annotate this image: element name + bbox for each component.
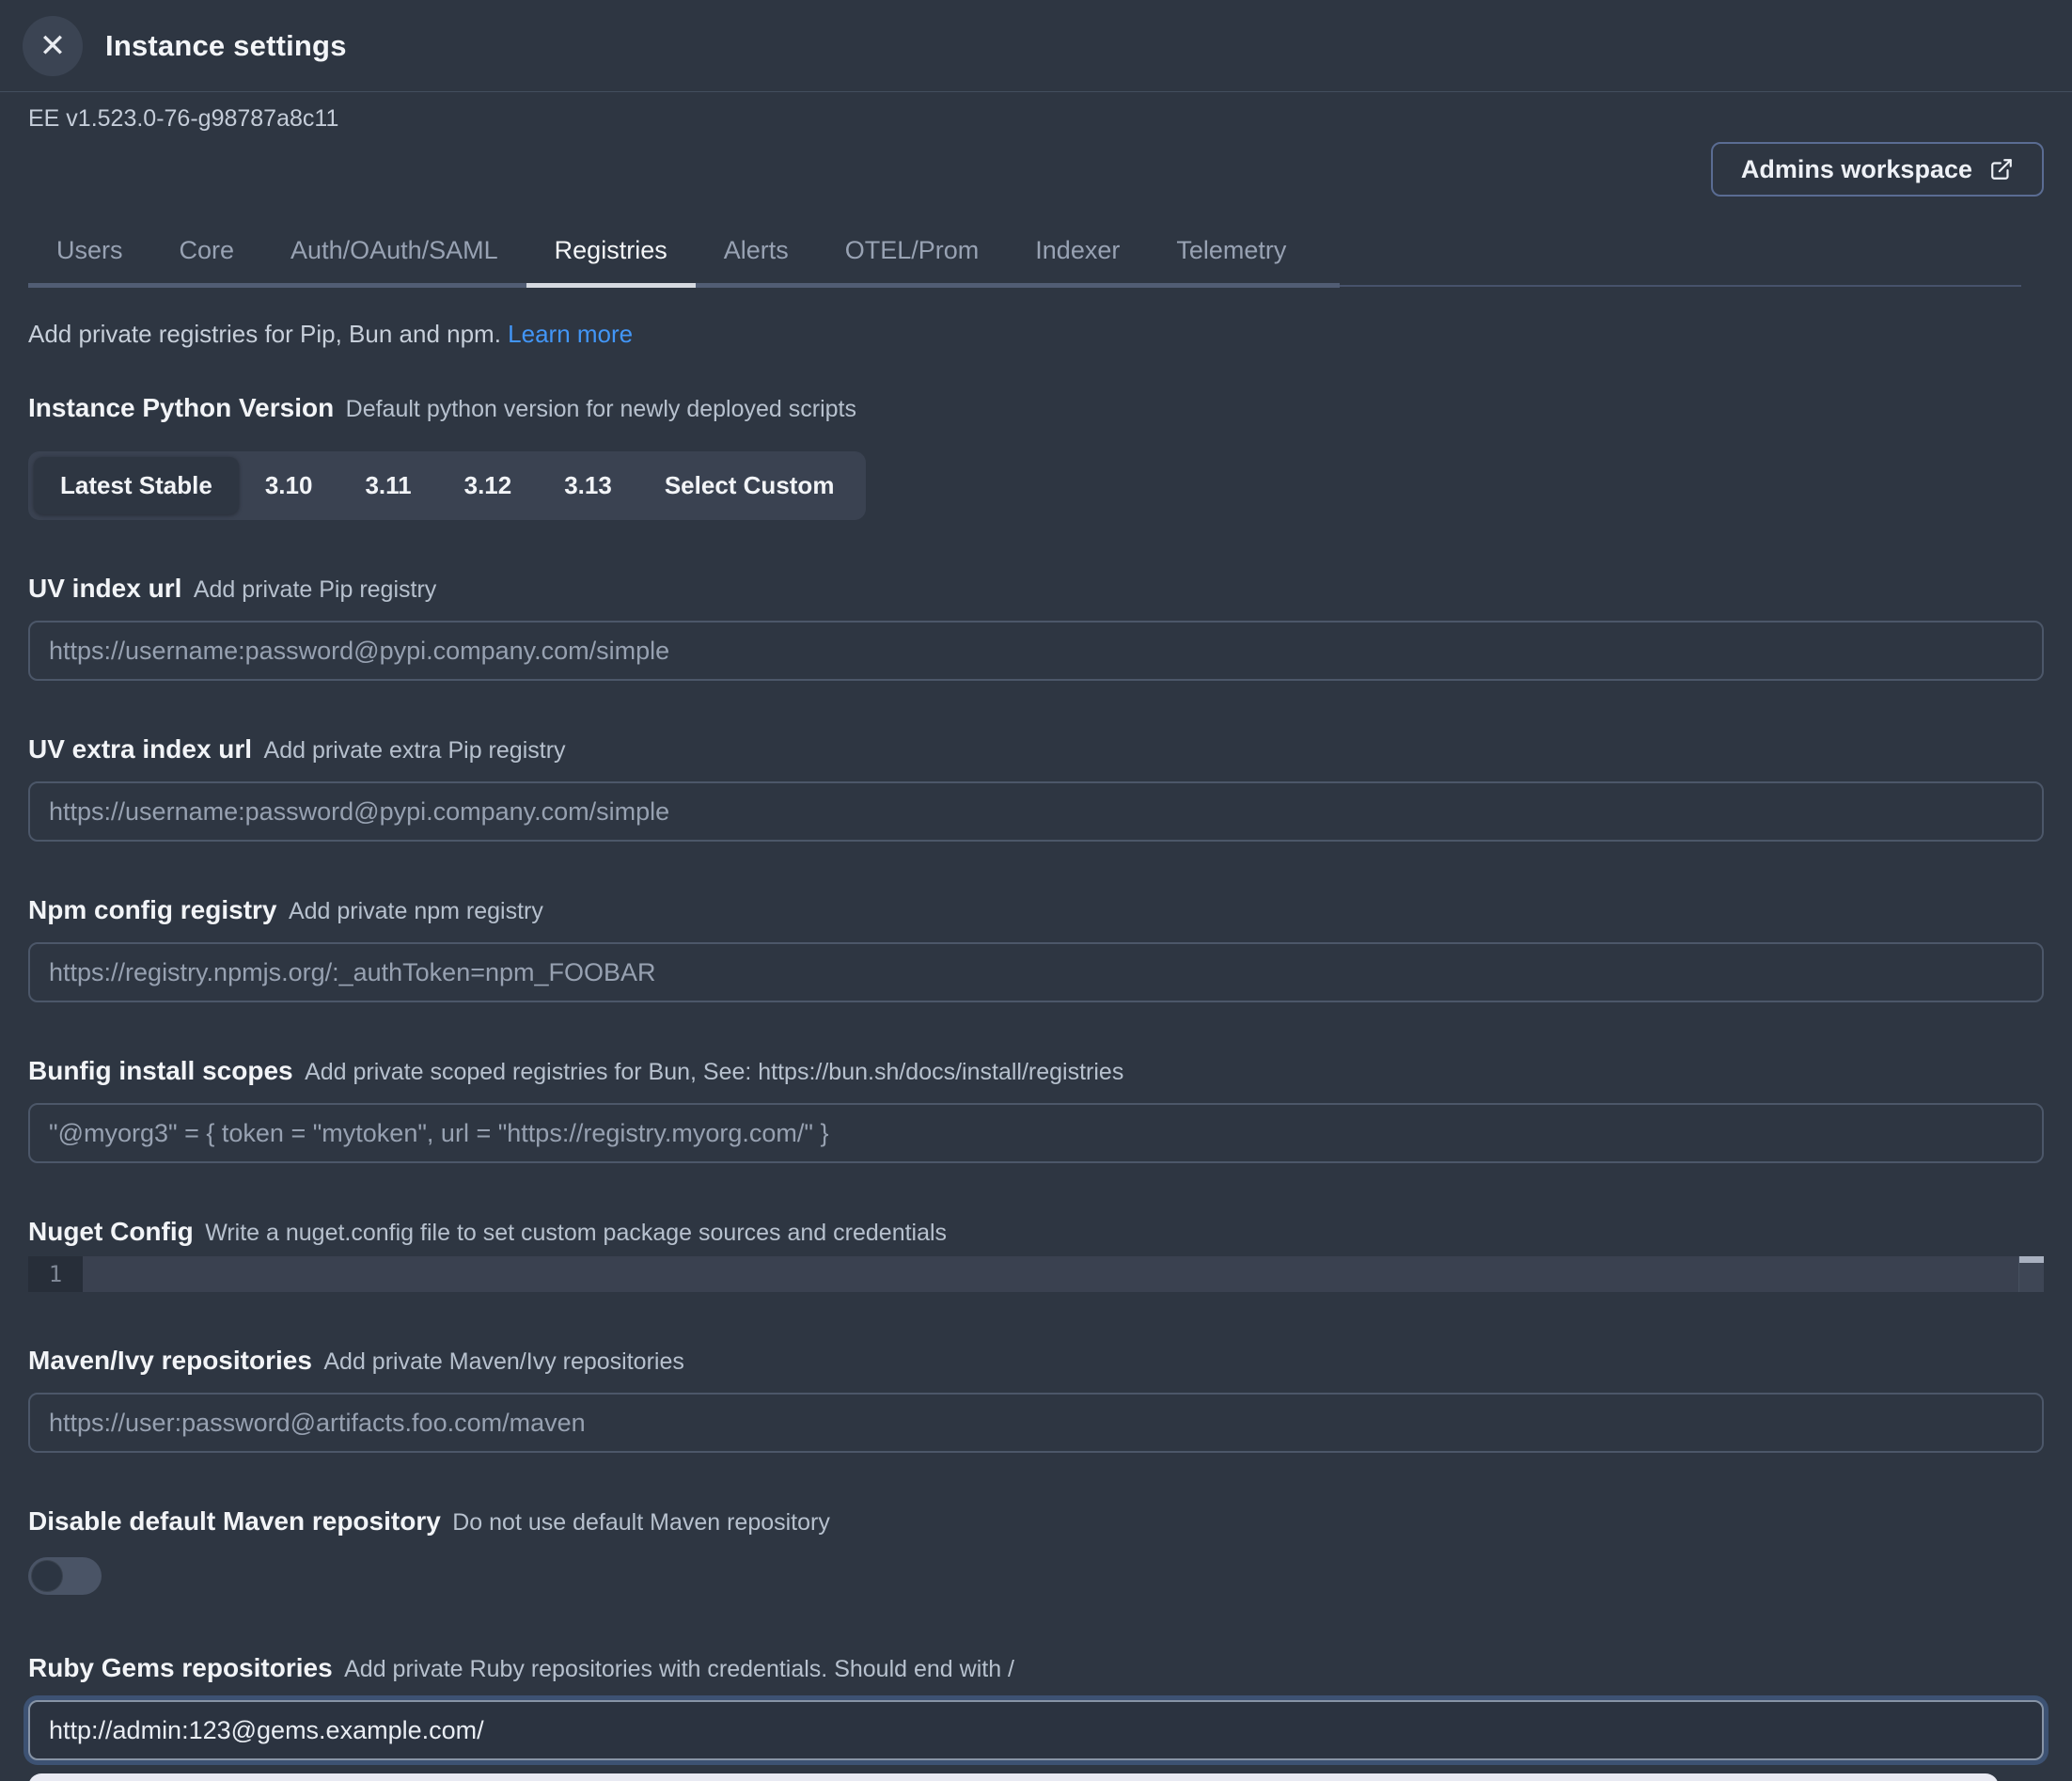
disable-default-maven-toggle[interactable] bbox=[28, 1557, 102, 1595]
python-option-3-10[interactable]: 3.10 bbox=[239, 457, 339, 514]
uv-extra-index-url-input[interactable] bbox=[28, 781, 2044, 842]
python-option-3-13[interactable]: 3.13 bbox=[538, 457, 638, 514]
nuget-config-description: Write a nuget.config file to set custom … bbox=[205, 1220, 947, 1246]
bunfig-install-scopes-input[interactable] bbox=[28, 1103, 2044, 1163]
nuget-config-label: Nuget Config bbox=[28, 1217, 194, 1246]
tab-otel-prom[interactable]: OTEL/Prom bbox=[817, 236, 1008, 288]
tab-auth-oauth-saml[interactable]: Auth/OAuth/SAML bbox=[262, 236, 526, 288]
close-icon: ✕ bbox=[39, 30, 67, 62]
python-version-label: Instance Python Version bbox=[28, 393, 334, 422]
ruby-gems-repositories-input[interactable] bbox=[28, 1700, 2044, 1760]
admins-workspace-label: Admins workspace bbox=[1741, 155, 1972, 184]
editor-current-line[interactable] bbox=[83, 1256, 2018, 1292]
ruby-gems-repositories-description: Add private Ruby repositories with crede… bbox=[344, 1656, 1014, 1682]
tab-registries[interactable]: Registries bbox=[526, 236, 696, 288]
bunfig-install-scopes-label: Bunfig install scopes bbox=[28, 1056, 293, 1085]
npm-config-registry-description: Add private npm registry bbox=[289, 898, 543, 924]
save-button[interactable]: Save bbox=[28, 1773, 1999, 1781]
admins-workspace-button[interactable]: Admins workspace bbox=[1711, 142, 2044, 197]
intro-text: Add private registries for Pip, Bun and … bbox=[28, 320, 501, 348]
tab-users[interactable]: Users bbox=[28, 236, 151, 288]
tab-telemetry[interactable]: Telemetry bbox=[1148, 236, 1314, 288]
npm-config-registry-label: Npm config registry bbox=[28, 895, 276, 924]
uv-index-url-description: Add private Pip registry bbox=[194, 576, 436, 603]
bunfig-install-scopes-description: Add private scoped registries for Bun, S… bbox=[305, 1059, 1123, 1085]
disable-default-maven-description: Do not use default Maven repository bbox=[452, 1509, 830, 1536]
disable-default-maven-label: Disable default Maven repository bbox=[28, 1506, 441, 1536]
tab-indexer[interactable]: Indexer bbox=[1007, 236, 1148, 288]
python-option-3-11[interactable]: 3.11 bbox=[338, 457, 437, 514]
ruby-gems-repositories-label: Ruby Gems repositories bbox=[28, 1653, 333, 1682]
python-option-select-custom[interactable]: Select Custom bbox=[638, 457, 861, 514]
close-button[interactable]: ✕ bbox=[23, 16, 83, 76]
nuget-config-code-editor[interactable]: 1 bbox=[28, 1256, 2044, 1292]
clipped-app-heading: Windmill bbox=[28, 92, 329, 101]
maven-ivy-repositories-input[interactable] bbox=[28, 1393, 2044, 1453]
external-link-icon bbox=[1989, 157, 2014, 181]
page-title: Instance settings bbox=[105, 29, 347, 63]
settings-tab-bar: Users Core Auth/OAuth/SAML Registries Al… bbox=[28, 236, 2044, 288]
python-option-latest-stable[interactable]: Latest Stable bbox=[34, 457, 239, 514]
version-text: EE v1.523.0-76-g98787a8c11 bbox=[28, 105, 2044, 133]
maven-ivy-repositories-label: Maven/Ivy repositories bbox=[28, 1346, 312, 1375]
maven-ivy-repositories-description: Add private Maven/Ivy repositories bbox=[323, 1348, 684, 1375]
tab-core[interactable]: Core bbox=[151, 236, 263, 288]
uv-index-url-input[interactable] bbox=[28, 621, 2044, 681]
uv-index-url-label: UV index url bbox=[28, 574, 181, 603]
modal-header: ✕ Instance settings bbox=[0, 0, 2072, 92]
toggle-knob bbox=[31, 1560, 63, 1592]
editor-line-number: 1 bbox=[28, 1256, 83, 1292]
python-version-segmented-control: Latest Stable 3.10 3.11 3.12 3.13 Select… bbox=[28, 451, 866, 520]
python-option-3-12[interactable]: 3.12 bbox=[438, 457, 539, 514]
learn-more-link[interactable]: Learn more bbox=[508, 320, 633, 348]
uv-extra-index-url-description: Add private extra Pip registry bbox=[264, 737, 566, 764]
uv-extra-index-url-label: UV extra index url bbox=[28, 734, 252, 764]
python-version-description: Default python version for newly deploye… bbox=[346, 396, 856, 422]
npm-config-registry-input[interactable] bbox=[28, 942, 2044, 1002]
registries-intro: Add private registries for Pip, Bun and … bbox=[28, 320, 2044, 349]
tab-alerts[interactable]: Alerts bbox=[696, 236, 817, 288]
editor-minimap[interactable] bbox=[2018, 1256, 2044, 1292]
